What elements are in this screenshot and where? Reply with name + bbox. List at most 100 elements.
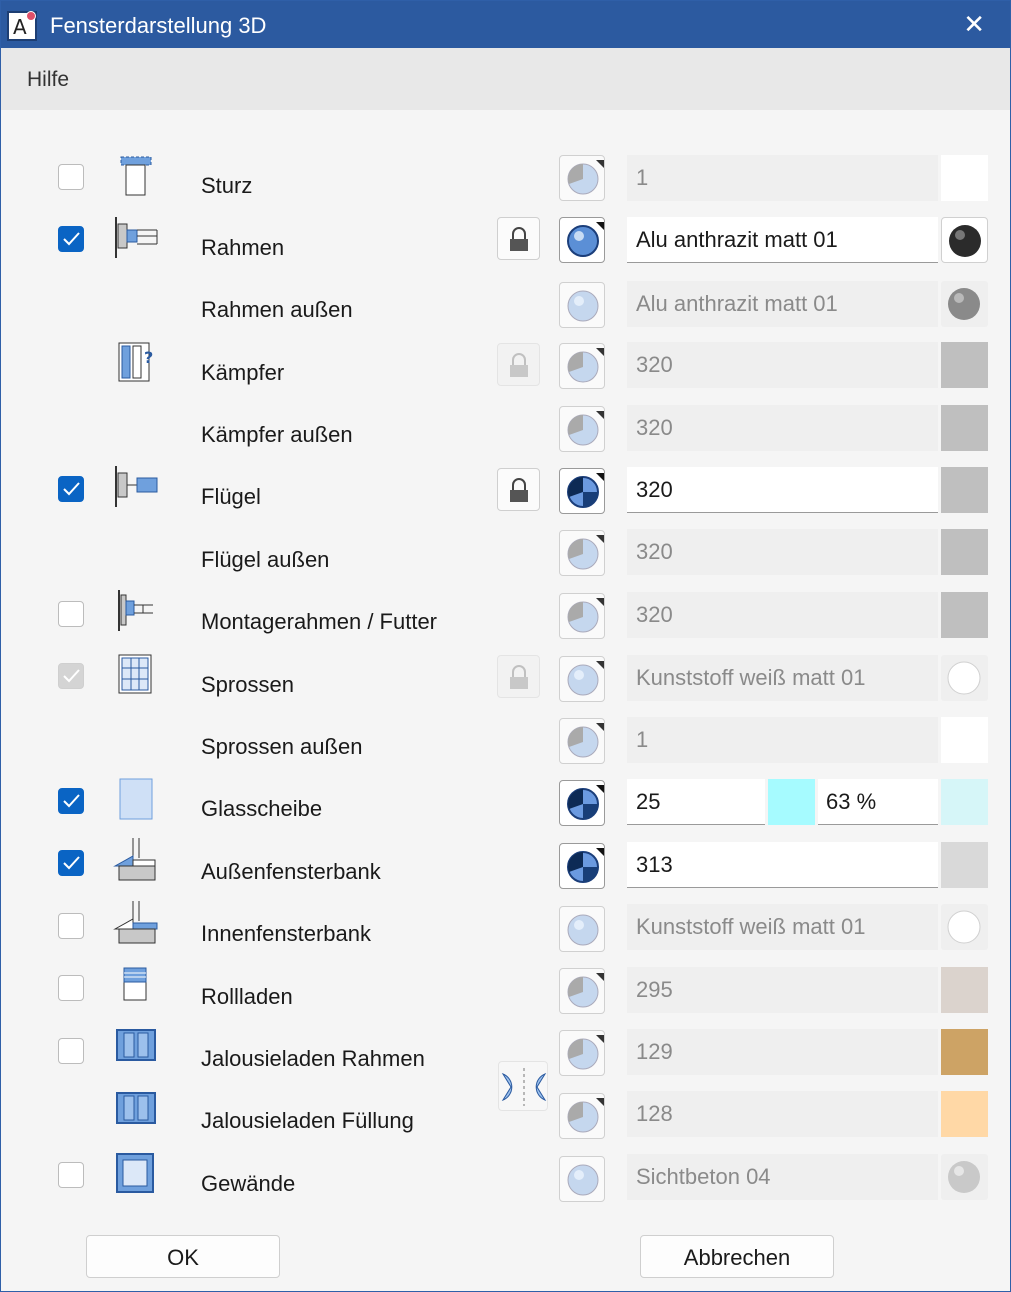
- menu-bar: Hilfe: [1, 48, 1010, 110]
- aussenfensterbank-icon: [113, 838, 156, 881]
- material-button-kaempfer[interactable]: [559, 343, 605, 389]
- color-swatch-rollladen[interactable]: [941, 967, 988, 1013]
- value-field-sprossen[interactable]: Kunststoff weiß matt 01: [627, 655, 938, 701]
- value-field-jalousieladen-fuellung[interactable]: 128: [627, 1091, 938, 1137]
- value-field-fluegel[interactable]: 320: [627, 467, 938, 513]
- row-sprossen: Sprossen Kunststoff weiß matt 01: [1, 647, 1010, 709]
- row-kaempfer-aussen: Kämpfer außen 320: [1, 397, 1010, 459]
- material-button-fluegel-aussen[interactable]: [559, 530, 605, 576]
- checkbox-sprossen: [58, 663, 84, 689]
- material-ball-rahmen-aussen[interactable]: [941, 281, 988, 327]
- color-swatch-jalousieladen-rahmen[interactable]: [941, 1029, 988, 1075]
- color-swatch-kaempfer[interactable]: [941, 342, 988, 388]
- value-field-innenfensterbank[interactable]: Kunststoff weiß matt 01: [627, 904, 938, 950]
- material-button-rahmen[interactable]: [559, 217, 605, 263]
- label-kaempfer: Kämpfer: [201, 360, 285, 385]
- row-rahmen-aussen: Rahmen außen Alu anthrazit matt 01: [1, 272, 1010, 334]
- value-field-rahmen-aussen[interactable]: Alu anthrazit matt 01: [627, 281, 938, 327]
- row-kaempfer: ? Kämpfer 320: [1, 335, 1010, 397]
- material-button-innenfensterbank[interactable]: [559, 906, 605, 952]
- material-button-jalousieladen-fuellung[interactable]: [559, 1093, 605, 1139]
- material-button-aussenfensterbank[interactable]: [559, 843, 605, 889]
- material-ball-rahmen[interactable]: [941, 217, 988, 263]
- transparency-field-glasscheibe[interactable]: 63 %: [818, 779, 938, 825]
- value-field-aussenfensterbank[interactable]: 313: [627, 842, 938, 888]
- material-ball-gewaende[interactable]: [941, 1154, 988, 1200]
- transparency-color-glasscheibe[interactable]: [941, 779, 988, 825]
- checkbox-sturz[interactable]: [58, 164, 84, 190]
- color-swatch-kaempfer-aussen[interactable]: [941, 405, 988, 451]
- material-ball-sprossen[interactable]: [941, 655, 988, 701]
- montagerahmen-icon: [118, 590, 153, 631]
- color-swatch-montagerahmen[interactable]: [941, 592, 988, 638]
- color-swatch-fluegel-aussen[interactable]: [941, 529, 988, 575]
- row-montagerahmen: Montagerahmen / Futter 320: [1, 584, 1010, 646]
- label-kaempfer-aussen: Kämpfer außen: [201, 422, 353, 447]
- row-jalousieladen-fuellung: Jalousieladen Füllung 128: [1, 1083, 1010, 1145]
- value-field-gewaende[interactable]: Sichtbeton 04: [627, 1154, 938, 1200]
- color-swatch-sprossen-aussen[interactable]: [941, 717, 988, 763]
- fluegel-icon: [115, 466, 158, 507]
- jalousieladen-rahmen-icon: [116, 1029, 156, 1061]
- ok-button[interactable]: OK: [86, 1235, 280, 1278]
- material-button-rollladen[interactable]: [559, 968, 605, 1014]
- lock-icon: [510, 665, 528, 689]
- material-button-jalousieladen-rahmen[interactable]: [559, 1030, 605, 1076]
- material-button-gewaende[interactable]: [559, 1156, 605, 1202]
- material-button-kaempfer-aussen[interactable]: [559, 406, 605, 452]
- color-swatch-sturz[interactable]: [941, 155, 988, 201]
- lock-fluegel[interactable]: [497, 468, 540, 511]
- material-button-sprossen-aussen[interactable]: [559, 718, 605, 764]
- value-field-fluegel-aussen[interactable]: 320: [627, 529, 938, 575]
- color-swatch-glasscheibe[interactable]: [768, 779, 815, 825]
- label-rahmen-aussen: Rahmen außen: [201, 297, 353, 322]
- checkbox-gewaende[interactable]: [58, 1162, 84, 1188]
- material-button-glasscheibe[interactable]: [559, 780, 605, 826]
- material-button-sturz[interactable]: [559, 155, 605, 201]
- checkbox-glasscheibe[interactable]: [58, 788, 84, 814]
- value-field-montagerahmen[interactable]: 320: [627, 592, 938, 638]
- menu-hilfe[interactable]: Hilfe: [27, 68, 69, 92]
- cancel-button[interactable]: Abbrechen: [640, 1235, 834, 1278]
- lock-kaempfer: [497, 343, 540, 386]
- kaempfer-icon: ?: [118, 342, 153, 382]
- lock-sprossen: [497, 655, 540, 698]
- dialog-window: A Fensterdarstellung 3D ✕ Hilfe Sturz 1 …: [0, 0, 1011, 1292]
- color-swatch-jalousieladen-fuellung[interactable]: [941, 1091, 988, 1137]
- material-ball-innenfensterbank[interactable]: [941, 904, 988, 950]
- checkbox-montagerahmen[interactable]: [58, 601, 84, 627]
- value-field-kaempfer[interactable]: 320: [627, 342, 938, 388]
- label-montagerahmen: Montagerahmen / Futter: [201, 609, 438, 634]
- value-field-jalousieladen-rahmen[interactable]: 129: [627, 1029, 938, 1075]
- checkbox-aussenfensterbank[interactable]: [58, 850, 84, 876]
- title-bar: A Fensterdarstellung 3D ✕: [1, 1, 1010, 48]
- glasscheibe-icon: [119, 778, 153, 820]
- value-field-glasscheibe[interactable]: 25: [627, 779, 765, 825]
- value-field-kaempfer-aussen[interactable]: 320: [627, 405, 938, 451]
- sturz-icon: [120, 156, 152, 196]
- gewaende-icon: [116, 1153, 154, 1193]
- color-swatch-fluegel[interactable]: [941, 467, 988, 513]
- material-button-sprossen[interactable]: [559, 656, 605, 702]
- row-fluegel: Flügel 320: [1, 459, 1010, 521]
- row-fluegel-aussen: Flügel außen 320: [1, 522, 1010, 584]
- value-field-sturz[interactable]: 1: [627, 155, 938, 201]
- close-icon[interactable]: ✕: [963, 9, 985, 40]
- checkbox-innenfensterbank[interactable]: [58, 913, 84, 939]
- checkbox-jalousieladen[interactable]: [58, 1038, 84, 1064]
- value-field-sprossen-aussen[interactable]: 1: [627, 717, 938, 763]
- value-field-rollladen[interactable]: 295: [627, 967, 938, 1013]
- material-button-montagerahmen[interactable]: [559, 593, 605, 639]
- value-field-rahmen[interactable]: Alu anthrazit matt 01: [627, 217, 938, 263]
- checkbox-rollladen[interactable]: [58, 975, 84, 1001]
- material-button-rahmen-aussen[interactable]: [559, 282, 605, 328]
- lock-rahmen[interactable]: [497, 217, 540, 260]
- innenfensterbank-icon: [113, 901, 158, 944]
- color-swatch-aussenfensterbank[interactable]: [941, 842, 988, 888]
- checkbox-rahmen[interactable]: [58, 226, 84, 252]
- label-fluegel-aussen: Flügel außen: [201, 547, 330, 572]
- checkbox-fluegel[interactable]: [58, 476, 84, 502]
- material-button-fluegel[interactable]: [559, 468, 605, 514]
- label-jalousieladen-rahmen: Jalousieladen Rahmen: [201, 1046, 425, 1071]
- row-rollladen: Rollladen 295: [1, 959, 1010, 1021]
